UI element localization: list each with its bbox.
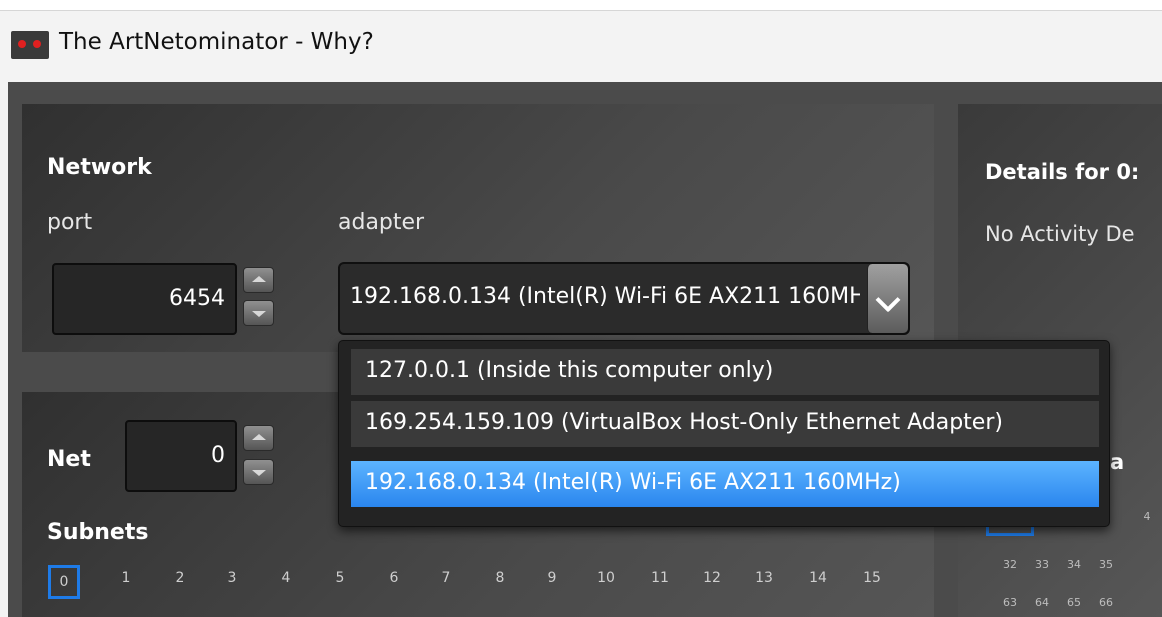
window-top-edge <box>0 0 1162 11</box>
network-heading: Network <box>47 155 152 180</box>
subnet-item[interactable]: 4 <box>271 570 301 586</box>
net-input[interactable]: 0 <box>125 420 237 492</box>
title-bar: The ArtNetominator - Why? <box>0 0 1162 82</box>
port-label: port <box>47 210 93 235</box>
window-title: The ArtNetominator - Why? <box>59 29 374 55</box>
channel-cell[interactable]: 35 <box>1094 558 1118 571</box>
subnet-item[interactable]: 15 <box>857 570 887 586</box>
subnet-item[interactable]: 12 <box>697 570 727 586</box>
channel-cell[interactable]: 63 <box>998 596 1022 609</box>
logo-eye-left <box>18 40 26 48</box>
subnet-item[interactable]: 5 <box>325 570 355 586</box>
subnet-item[interactable]: 11 <box>645 570 675 586</box>
subnet-item[interactable]: 14 <box>803 570 833 586</box>
subnet-item[interactable]: 0 <box>48 565 80 599</box>
subnet-item[interactable]: 2 <box>165 570 195 586</box>
net-label: Net <box>47 447 91 472</box>
channel-cell[interactable]: 65 <box>1062 596 1086 609</box>
channel-cell[interactable]: 64 <box>1030 596 1054 609</box>
subnet-item[interactable]: 13 <box>749 570 779 586</box>
subnet-item[interactable]: 8 <box>485 570 515 586</box>
adapter-option[interactable]: 169.254.159.109 (VirtualBox Host-Only Et… <box>351 401 1099 447</box>
chevron-down-icon[interactable] <box>867 264 908 333</box>
channel-cell[interactable]: 4 <box>1135 510 1159 523</box>
net-decrement-button[interactable] <box>243 459 274 485</box>
channel-cell[interactable]: 32 <box>998 558 1022 571</box>
channel-cell[interactable]: 66 <box>1094 596 1118 609</box>
adapter-select-value: 192.168.0.134 (Intel(R) Wi-Fi 6E AX211 1… <box>350 284 860 309</box>
subnet-item[interactable]: 9 <box>537 570 567 586</box>
channel-cell[interactable]: 33 <box>1030 558 1054 571</box>
details-heading: Details for 0: <box>985 160 1140 184</box>
adapter-option[interactable]: 127.0.0.1 (Inside this computer only) <box>351 349 1099 395</box>
adapter-label: adapter <box>338 210 425 235</box>
net-increment-button[interactable] <box>243 425 274 451</box>
subnet-item[interactable]: 10 <box>591 570 621 586</box>
subnet-item[interactable]: 3 <box>217 570 247 586</box>
adapter-select[interactable]: 192.168.0.134 (Intel(R) Wi-Fi 6E AX211 1… <box>338 262 910 335</box>
channel-cell[interactable]: 34 <box>1062 558 1086 571</box>
port-increment-button[interactable] <box>243 267 274 293</box>
adapter-dropdown-list: 127.0.0.1 (Inside this computer only) 16… <box>338 340 1110 527</box>
subnets-heading: Subnets <box>47 520 149 545</box>
details-partial-label: a <box>1110 450 1125 474</box>
port-input[interactable]: 6454 <box>52 263 237 335</box>
subnet-item[interactable]: 6 <box>379 570 409 586</box>
logo-eye-right <box>33 40 41 48</box>
app-logo-icon <box>11 31 49 59</box>
adapter-option-selected[interactable]: 192.168.0.134 (Intel(R) Wi-Fi 6E AX211 1… <box>351 461 1099 507</box>
subnet-item[interactable]: 7 <box>431 570 461 586</box>
subnet-item[interactable]: 1 <box>111 570 141 586</box>
port-decrement-button[interactable] <box>243 300 274 326</box>
activity-status: No Activity De <box>985 222 1135 246</box>
